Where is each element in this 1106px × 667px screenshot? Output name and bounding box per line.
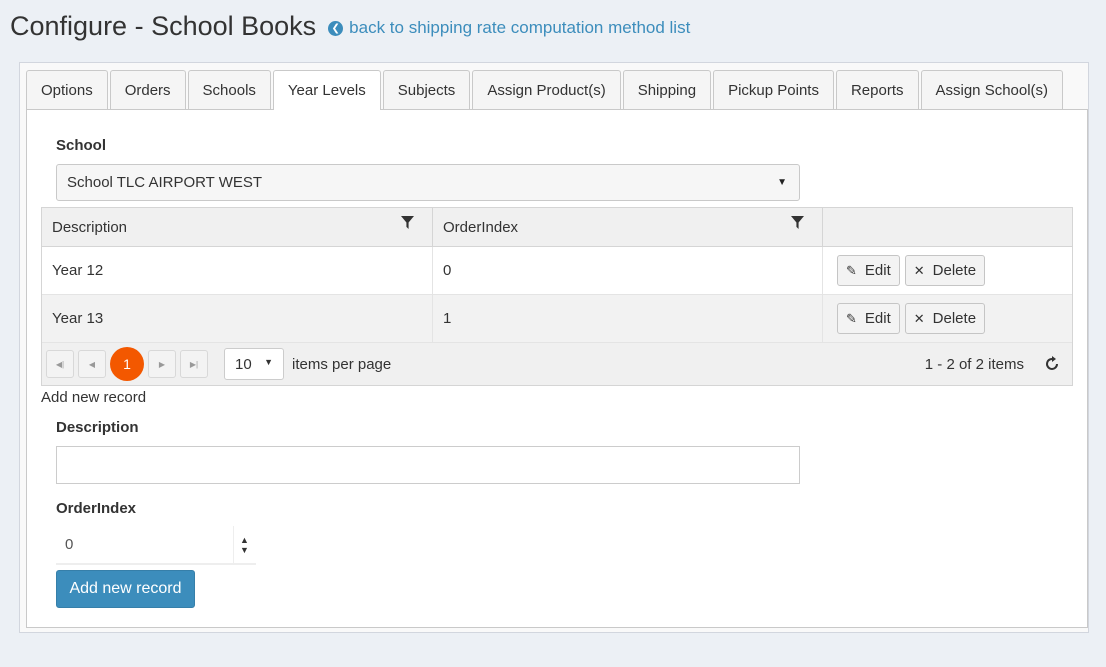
caret-down-icon: ▼ bbox=[264, 357, 273, 367]
page-size-select[interactable]: 10 ▼ bbox=[224, 348, 284, 380]
items-per-page-label: items per page bbox=[292, 355, 392, 373]
close-icon: ✕ bbox=[913, 262, 925, 278]
caret-down-icon[interactable]: ▼ bbox=[240, 545, 249, 555]
orderindex-label: OrderIndex bbox=[56, 500, 137, 517]
orderindex-input[interactable] bbox=[56, 526, 232, 563]
column-header-label: Description bbox=[52, 218, 128, 236]
orderindex-stepper: ▲ ▼ bbox=[56, 526, 256, 565]
tab-year-levels[interactable]: Year Levels bbox=[272, 70, 381, 110]
tab-label: Year Levels bbox=[287, 82, 366, 99]
pencil-icon: ✎ bbox=[846, 262, 857, 278]
tab-orders[interactable]: Orders bbox=[109, 70, 186, 109]
cell-orderindex: 0 bbox=[433, 247, 823, 294]
tab-reports[interactable]: Reports bbox=[835, 70, 919, 109]
delete-button-label: Delete bbox=[932, 262, 977, 279]
pager-info: 1 - 2 of 2 items bbox=[924, 356, 1024, 373]
caret-up-icon[interactable]: ▲ bbox=[240, 535, 249, 545]
tab-assign-schools[interactable]: Assign School(s) bbox=[920, 70, 1064, 109]
cell-description: Year 12 bbox=[42, 247, 433, 294]
arrow-left-circle-icon: ❮ bbox=[328, 20, 344, 36]
cell-commands: ✎ Edit ✕ Delete bbox=[823, 295, 1072, 342]
tab-shipping[interactable]: Shipping bbox=[622, 70, 712, 109]
school-label: School bbox=[56, 137, 107, 154]
tab-label: Subjects bbox=[397, 81, 456, 99]
tab-label: Schools bbox=[202, 81, 256, 99]
column-header-orderindex[interactable]: OrderIndex bbox=[433, 208, 823, 246]
pager-current-page[interactable]: 1 bbox=[110, 347, 144, 381]
table-row: Year 13 1 ✎ Edit ✕ Delete bbox=[42, 295, 1072, 343]
prev-page-icon[interactable]: ◀ bbox=[78, 350, 106, 378]
tab-subjects[interactable]: Subjects bbox=[382, 70, 471, 109]
cell-orderindex: 1 bbox=[433, 295, 823, 342]
tabstrip: Options Orders Schools Year Levels Subje… bbox=[26, 70, 1065, 110]
tab-label: Reports bbox=[850, 81, 904, 99]
back-link[interactable]: ❮ back to shipping rate computation meth… bbox=[328, 18, 690, 38]
delete-button[interactable]: ✕ Delete bbox=[904, 303, 986, 334]
column-header-description[interactable]: Description bbox=[42, 208, 433, 246]
stepper-arrows[interactable]: ▲ ▼ bbox=[233, 526, 255, 563]
description-input[interactable] bbox=[56, 446, 800, 484]
pencil-icon: ✎ bbox=[846, 310, 857, 326]
grid-pager: ◀| ◀ 1 ▶ ▶| 10 ▼ items per page 1 - 2 of… bbox=[42, 343, 1072, 385]
first-page-icon[interactable]: ◀| bbox=[46, 350, 74, 378]
grid-header: Description OrderIndex bbox=[42, 208, 1072, 247]
caret-down-icon: ▼ bbox=[777, 177, 787, 188]
tab-pickup-points[interactable]: Pickup Points bbox=[713, 70, 834, 109]
column-header-commands bbox=[823, 208, 1072, 246]
tab-options[interactable]: Options bbox=[26, 70, 108, 109]
school-select[interactable]: School TLC AIRPORT WEST ▼ bbox=[56, 164, 800, 201]
close-icon: ✕ bbox=[913, 310, 925, 326]
tab-content: School School TLC AIRPORT WEST ▼ Descrip… bbox=[26, 109, 1088, 628]
cell-description: Year 13 bbox=[42, 295, 433, 342]
delete-button-label: Delete bbox=[932, 310, 977, 327]
tab-label: Shipping bbox=[637, 81, 697, 99]
description-label: Description bbox=[56, 419, 139, 436]
tab-label: Options bbox=[41, 81, 93, 99]
config-panel: Options Orders Schools Year Levels Subje… bbox=[19, 62, 1089, 633]
last-page-icon[interactable]: ▶| bbox=[180, 350, 208, 378]
page-size-value: 10 bbox=[235, 355, 252, 373]
add-new-record-caption: Add new record bbox=[41, 389, 147, 406]
delete-button[interactable]: ✕ Delete bbox=[904, 255, 986, 286]
tab-label: Assign Product(s) bbox=[487, 81, 606, 99]
tab-assign-products[interactable]: Assign Product(s) bbox=[472, 70, 621, 109]
back-link-label: back to shipping rate computation method… bbox=[349, 18, 691, 37]
year-levels-grid: Description OrderIndex Year 12 0 ✎ Edit ✕… bbox=[41, 207, 1073, 386]
tab-label: Orders bbox=[124, 81, 171, 99]
refresh-icon[interactable] bbox=[1042, 354, 1062, 374]
edit-button[interactable]: ✎ Edit bbox=[837, 255, 900, 286]
edit-button[interactable]: ✎ Edit bbox=[837, 303, 900, 334]
filter-icon[interactable] bbox=[401, 216, 414, 229]
filter-icon[interactable] bbox=[791, 216, 804, 229]
tab-label: Assign School(s) bbox=[935, 81, 1049, 99]
edit-button-label: Edit bbox=[864, 310, 891, 327]
table-row: Year 12 0 ✎ Edit ✕ Delete bbox=[42, 247, 1072, 295]
tab-schools[interactable]: Schools bbox=[187, 70, 271, 109]
school-select-value: School TLC AIRPORT WEST bbox=[67, 174, 263, 191]
page-title: Configure - School Books bbox=[10, 10, 317, 41]
column-header-label: OrderIndex bbox=[443, 218, 519, 236]
edit-button-label: Edit bbox=[864, 262, 891, 279]
page-header: Configure - School Books ❮ back to shipp… bbox=[10, 6, 690, 46]
tab-label: Pickup Points bbox=[728, 81, 819, 99]
next-page-icon[interactable]: ▶ bbox=[148, 350, 176, 378]
add-new-record-button[interactable]: Add new record bbox=[56, 570, 195, 608]
cell-commands: ✎ Edit ✕ Delete bbox=[823, 247, 1072, 294]
